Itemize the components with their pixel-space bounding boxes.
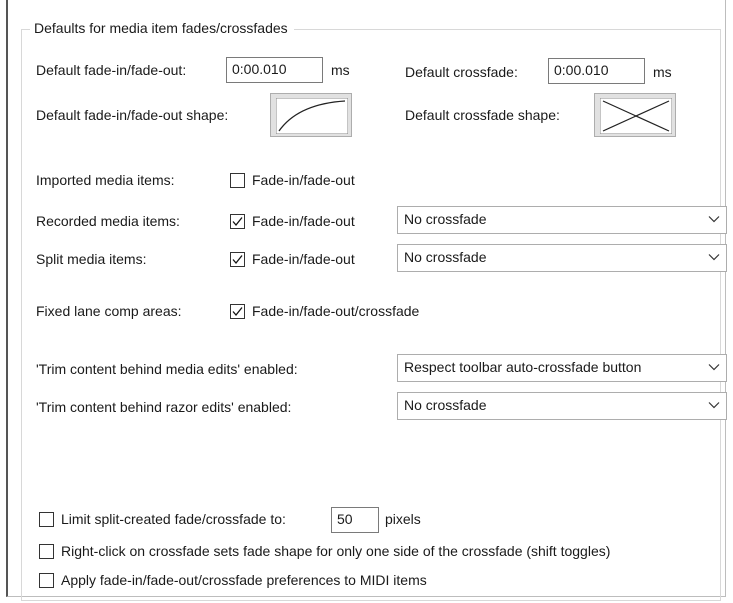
trim-media-dropdown[interactable]: Respect toolbar auto-crossfade button: [397, 354, 727, 382]
fixed-lane-checkbox-label[interactable]: Fade-in/fade-out/crossfade: [252, 303, 419, 319]
fade-shape-label: Default fade-in/fade-out shape:: [36, 107, 229, 123]
group-title: Defaults for media item fades/crossfades: [30, 20, 294, 36]
crossfade-length-label: Default crossfade:: [405, 64, 518, 80]
crossfade-x-icon: [600, 98, 672, 134]
recorded-fade-checkbox-label[interactable]: Fade-in/fade-out: [252, 213, 355, 229]
split-crossfade-dropdown[interactable]: No crossfade: [397, 244, 727, 272]
limit-split-unit: pixels: [385, 511, 421, 527]
recorded-crossfade-dropdown[interactable]: No crossfade: [397, 206, 727, 234]
imported-fade-checkbox-label[interactable]: Fade-in/fade-out: [252, 172, 355, 188]
trim-razor-value: No crossfade: [404, 397, 487, 413]
recorded-label: Recorded media items:: [36, 213, 180, 229]
check-icon: [232, 217, 243, 227]
crossfade-shape-label: Default crossfade shape:: [405, 107, 560, 123]
trim-media-label: 'Trim content behind media edits' enable…: [36, 361, 298, 377]
chevron-down-icon: [708, 254, 720, 261]
apply-midi-label[interactable]: Apply fade-in/fade-out/crossfade prefere…: [61, 572, 427, 588]
fade-length-input[interactable]: 0:00.010: [226, 57, 323, 83]
right-click-label[interactable]: Right-click on crossfade sets fade shape…: [61, 543, 610, 559]
crossfade-shape-button[interactable]: [594, 93, 676, 137]
apply-midi-checkbox[interactable]: [39, 573, 54, 588]
imported-fade-checkbox[interactable]: [230, 173, 245, 188]
check-icon: [232, 307, 243, 317]
fixed-lane-label: Fixed lane comp areas:: [36, 303, 182, 319]
recorded-crossfade-value: No crossfade: [404, 211, 487, 227]
fixed-lane-checkbox[interactable]: [230, 304, 245, 319]
fade-length-unit: ms: [331, 62, 350, 78]
split-fade-checkbox-label[interactable]: Fade-in/fade-out: [252, 251, 355, 267]
chevron-down-icon: [708, 402, 720, 409]
fade-curve-icon: [276, 98, 348, 134]
trim-media-value: Respect toolbar auto-crossfade button: [404, 359, 642, 375]
trim-razor-dropdown[interactable]: No crossfade: [397, 392, 727, 420]
check-icon: [232, 255, 243, 265]
limit-split-label[interactable]: Limit split-created fade/crossfade to:: [61, 511, 286, 527]
fade-shape-button[interactable]: [270, 93, 352, 137]
limit-split-checkbox[interactable]: [39, 512, 54, 527]
chevron-down-icon: [708, 364, 720, 371]
crossfade-length-unit: ms: [653, 64, 672, 80]
imported-label: Imported media items:: [36, 172, 175, 188]
split-crossfade-value: No crossfade: [404, 249, 487, 265]
right-click-checkbox[interactable]: [39, 544, 54, 559]
recorded-fade-checkbox[interactable]: [230, 214, 245, 229]
split-label: Split media items:: [36, 251, 147, 267]
chevron-down-icon: [708, 216, 720, 223]
split-fade-checkbox[interactable]: [230, 252, 245, 267]
crossfade-length-input[interactable]: 0:00.010: [548, 58, 645, 84]
limit-split-input[interactable]: 50: [331, 507, 379, 533]
fade-length-label: Default fade-in/fade-out:: [36, 62, 187, 78]
trim-razor-label: 'Trim content behind razor edits' enable…: [36, 399, 292, 415]
